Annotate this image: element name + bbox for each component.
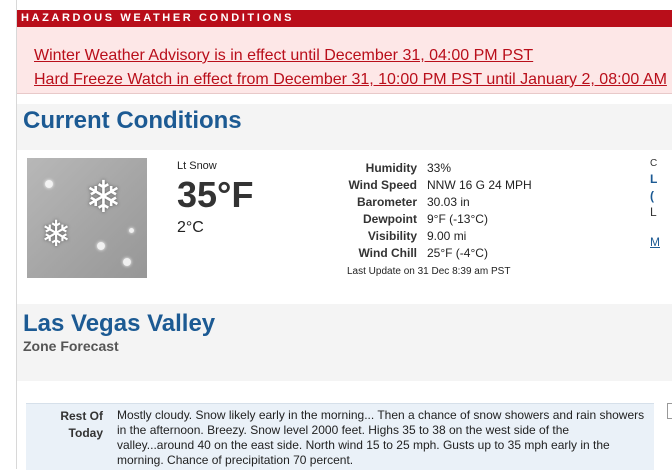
right-column-link[interactable]: M bbox=[650, 235, 660, 249]
last-update: Last Update on 31 Dec 8:39 am PST bbox=[347, 266, 511, 277]
current-conditions-body: ❄ ❄ Lt Snow 35°F 2°C Humidity 33% Wind S… bbox=[17, 150, 672, 294]
obs-value: 33% bbox=[427, 161, 452, 175]
obs-label: Visibility bbox=[367, 229, 417, 243]
forecast-row: Rest Of Today Mostly cloudy. Snow likely… bbox=[26, 403, 654, 470]
forecast-text: Mostly cloudy. Snow likely early in the … bbox=[117, 408, 645, 467]
forecast-period: Rest Of Today bbox=[60, 409, 103, 440]
current-conditions-title: Current Conditions bbox=[23, 107, 242, 134]
obs-value: 30.03 in bbox=[427, 195, 470, 209]
zone-title: Las Vegas Valley bbox=[23, 310, 216, 337]
hazard-list: Winter Weather Advisory is in effect unt… bbox=[17, 27, 672, 94]
page-margin bbox=[0, 0, 17, 469]
obs-row-wind-speed: Wind Speed NNW 16 G 24 MPH bbox=[17, 178, 672, 194]
obs-value: 9.00 mi bbox=[427, 229, 467, 243]
obs-label: Wind Chill bbox=[358, 246, 417, 260]
obs-row-humidity: Humidity 33% bbox=[17, 161, 672, 177]
hazard-link-freeze-watch[interactable]: Hard Freeze Watch in effect from Decembe… bbox=[34, 71, 667, 89]
zone-subtitle: Zone Forecast bbox=[23, 338, 119, 354]
obs-label: Barometer bbox=[356, 195, 417, 209]
obs-value: 9°F (-13°C) bbox=[427, 212, 488, 226]
hazard-panel: HAZARDOUS WEATHER CONDITIONS Winter Weat… bbox=[17, 10, 672, 94]
obs-value: NNW 16 G 24 MPH bbox=[427, 178, 532, 192]
hazard-link-winter-advisory[interactable]: Winter Weather Advisory is in effect unt… bbox=[34, 47, 533, 65]
right-column-link[interactable]: ( bbox=[650, 189, 654, 203]
obs-row-wind-chill: Wind Chill 25°F (-4°C) bbox=[17, 246, 672, 262]
obs-row-visibility: Visibility 9.00 mi bbox=[17, 229, 672, 245]
current-conditions-panel: Current Conditions ❄ ❄ Lt Snow 35°F 2°C … bbox=[17, 104, 672, 294]
obs-row-barometer: Barometer 30.03 in bbox=[17, 195, 672, 211]
checkbox[interactable] bbox=[667, 403, 672, 419]
right-column-fragment: L bbox=[650, 205, 657, 219]
obs-value: 25°F (-4°C) bbox=[427, 246, 488, 260]
obs-row-dewpoint: Dewpoint 9°F (-13°C) bbox=[17, 212, 672, 228]
obs-label: Wind Speed bbox=[348, 178, 417, 192]
right-column-link[interactable]: L bbox=[650, 172, 657, 186]
right-column-fragment: C bbox=[650, 158, 658, 169]
obs-label: Dewpoint bbox=[363, 212, 417, 226]
hazard-header: HAZARDOUS WEATHER CONDITIONS bbox=[17, 10, 672, 27]
zone-forecast-panel: Las Vegas Valley Zone Forecast bbox=[17, 304, 672, 381]
obs-label: Humidity bbox=[365, 161, 417, 175]
